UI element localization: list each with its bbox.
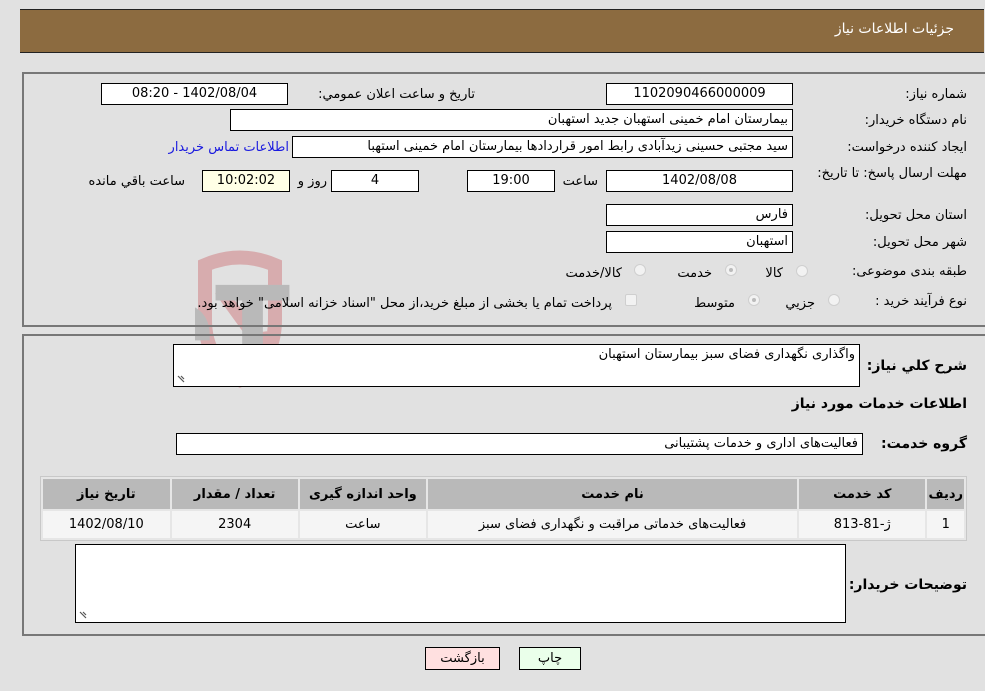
deadline-label: مهلت ارسال پاسخ: تا تاريخ: bbox=[817, 166, 967, 181]
category-label: طبقه بندی موضوعی: bbox=[851, 264, 967, 279]
process-type-label: نوع فرآيند خريد : bbox=[875, 294, 967, 309]
buyer-notes-label: توضيحات خريدار: bbox=[848, 577, 967, 593]
buyer-org-field: بیمارستان امام خمینی استهبان جدید استهبا… bbox=[230, 109, 793, 131]
table-row: 1 ژ-81-813 فعالیت‌های خدماتی مراقبت و نگ… bbox=[43, 511, 964, 538]
process-minor-label: جزيي bbox=[785, 296, 815, 311]
table-header-row: رديف کد خدمت نام خدمت واحد اندازه گيری ت… bbox=[43, 479, 964, 509]
cell-unit: ساعت bbox=[299, 511, 426, 538]
header-service-code: کد خدمت bbox=[799, 479, 926, 509]
description-text: واگذاری نگهداری فضای سبز بیمارستان استهب… bbox=[598, 347, 855, 362]
remaining-time-field: 10:02:02 bbox=[202, 170, 290, 192]
category-service-radio[interactable] bbox=[725, 264, 737, 276]
cell-row-number: 1 bbox=[927, 511, 964, 538]
services-table: رديف کد خدمت نام خدمت واحد اندازه گيری ت… bbox=[40, 476, 967, 541]
header-service-name: نام خدمت bbox=[427, 479, 798, 509]
description-label: شرح کلي نياز: bbox=[866, 358, 967, 374]
buyer-contact-link[interactable]: اطلاعات تماس خريدار bbox=[169, 140, 289, 155]
print-button[interactable]: چاپ bbox=[519, 647, 581, 670]
category-goods-label: کالا bbox=[765, 266, 783, 281]
category-goods-service-label: کالا/خدمت bbox=[565, 266, 622, 281]
cell-service-code: ژ-81-813 bbox=[799, 511, 926, 538]
page-header: جزئیات اطلاعات نیاز bbox=[20, 9, 984, 53]
process-medium-label: متوسط bbox=[694, 296, 735, 311]
buyer-notes-textarea[interactable] bbox=[75, 544, 846, 623]
services-section-title: اطلاعات خدمات مورد نياز bbox=[791, 396, 967, 412]
creator-field: سید مجتبی حسینی زیدآبادی رابط امور قرارد… bbox=[292, 136, 793, 158]
announce-date-label: تاريخ و ساعت اعلان عمومي: bbox=[318, 87, 475, 102]
page-title: جزئیات اطلاعات نیاز bbox=[834, 21, 954, 37]
process-medium-radio[interactable] bbox=[748, 294, 760, 306]
category-goods-service-radio[interactable] bbox=[634, 264, 646, 276]
deadline-date-field: 1402/08/08 bbox=[606, 170, 793, 192]
days-label: روز و bbox=[297, 174, 327, 189]
treasury-note: پرداخت تمام يا بخشی از مبلغ خريد،از محل … bbox=[197, 296, 612, 311]
deadline-time-label: ساعت bbox=[562, 174, 598, 189]
process-minor-radio[interactable] bbox=[828, 294, 840, 306]
announce-date-field: 1402/08/04 - 08:20 bbox=[101, 83, 288, 105]
header-row-number: رديف bbox=[927, 479, 964, 509]
back-button[interactable]: بازگشت bbox=[425, 647, 500, 670]
need-number-label: شماره نیاز: bbox=[905, 87, 967, 102]
header-unit: واحد اندازه گيری bbox=[299, 479, 426, 509]
description-textarea[interactable]: واگذاری نگهداری فضای سبز بیمارستان استهب… bbox=[173, 344, 860, 387]
treasury-checkbox[interactable] bbox=[625, 294, 637, 306]
days-remaining-field: 4 bbox=[331, 170, 419, 192]
category-service-label: خدمت bbox=[677, 266, 712, 281]
remaining-label: ساعت باقي مانده bbox=[88, 174, 185, 189]
header-quantity: تعداد / مقدار bbox=[171, 479, 298, 509]
header-need-date: تاريخ نياز bbox=[43, 479, 170, 509]
city-label: شهر محل تحويل: bbox=[872, 235, 967, 250]
cell-quantity: 2304 bbox=[171, 511, 298, 538]
cell-need-date: 1402/08/10 bbox=[43, 511, 170, 538]
province-field: فارس bbox=[606, 204, 793, 226]
buyer-org-label: نام دستگاه خريدار: bbox=[864, 113, 967, 128]
service-group-field: فعالیت‌های اداری و خدمات پشتیبانی bbox=[176, 433, 863, 455]
service-group-label: گروه خدمت: bbox=[881, 436, 967, 452]
resize-handle-icon[interactable] bbox=[176, 374, 186, 384]
province-label: استان محل تحويل: bbox=[865, 208, 967, 223]
city-field: استهبان bbox=[606, 231, 793, 253]
creator-label: ايجاد کننده درخواست: bbox=[847, 140, 967, 155]
need-number-field: 1102090466000009 bbox=[606, 83, 793, 105]
resize-handle-icon[interactable] bbox=[78, 610, 88, 620]
cell-service-name: فعالیت‌های خدماتی مراقبت و نگهداری فضای … bbox=[427, 511, 798, 538]
category-goods-radio[interactable] bbox=[796, 265, 808, 277]
deadline-time-field: 19:00 bbox=[467, 170, 555, 192]
